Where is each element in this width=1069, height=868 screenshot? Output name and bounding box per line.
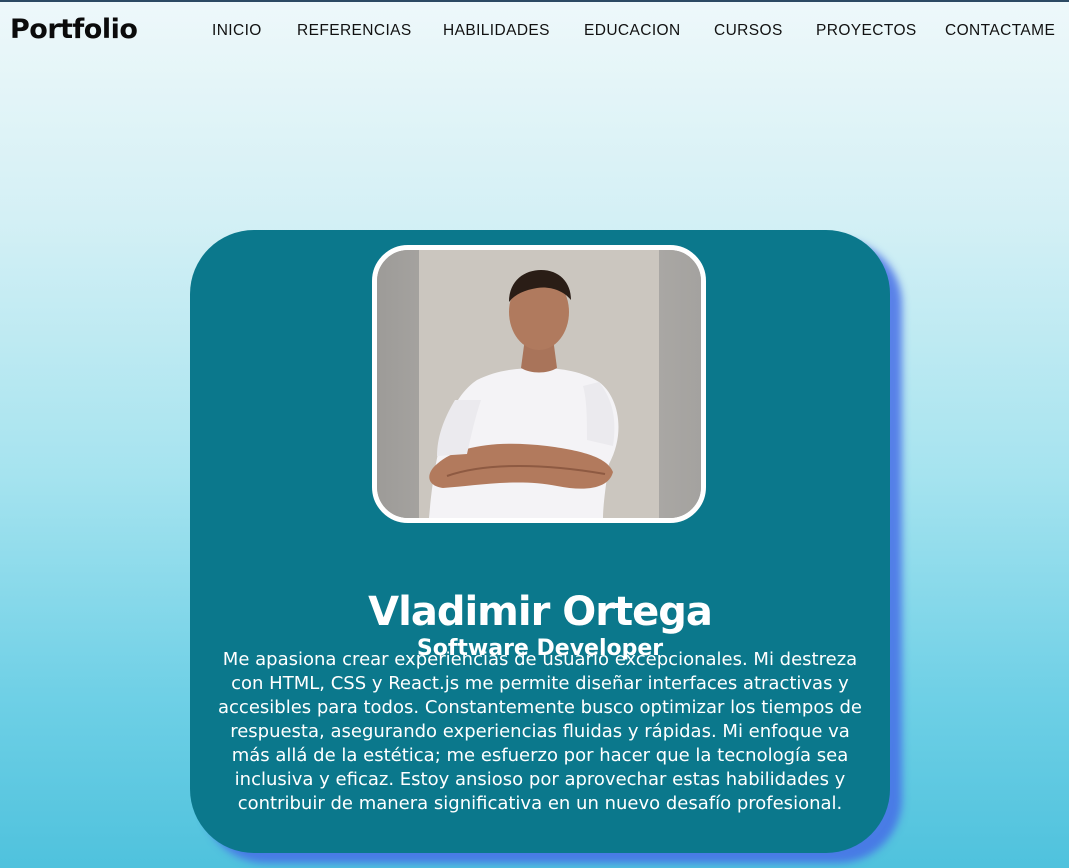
nav-link-cursos[interactable]: CURSOS: [714, 22, 783, 40]
nav-link-contactame[interactable]: CONTACTAME: [945, 22, 1055, 40]
profile-photo-illustration: [377, 250, 701, 518]
nav-link-referencias[interactable]: REFERENCIAS: [297, 22, 412, 40]
nav-link-inicio[interactable]: INICIO: [212, 22, 262, 40]
profile-card: Vladimir Ortega Software Developer Me ap…: [190, 230, 890, 853]
profile-bio: Me apasiona crear experiencias de usuari…: [218, 649, 862, 814]
profile-photo: [372, 245, 706, 523]
nav-links: INICIO REFERENCIAS HABILIDADES EDUCACION…: [0, 22, 1069, 46]
nav-link-educacion[interactable]: EDUCACION: [584, 22, 681, 40]
nav-link-habilidades[interactable]: HABILIDADES: [443, 22, 550, 40]
navbar: Portfolio INICIO REFERENCIAS HABILIDADES…: [0, 2, 1069, 62]
profile-name: Vladimir Ortega: [368, 588, 713, 635]
nav-link-proyectos[interactable]: PROYECTOS: [816, 22, 917, 40]
